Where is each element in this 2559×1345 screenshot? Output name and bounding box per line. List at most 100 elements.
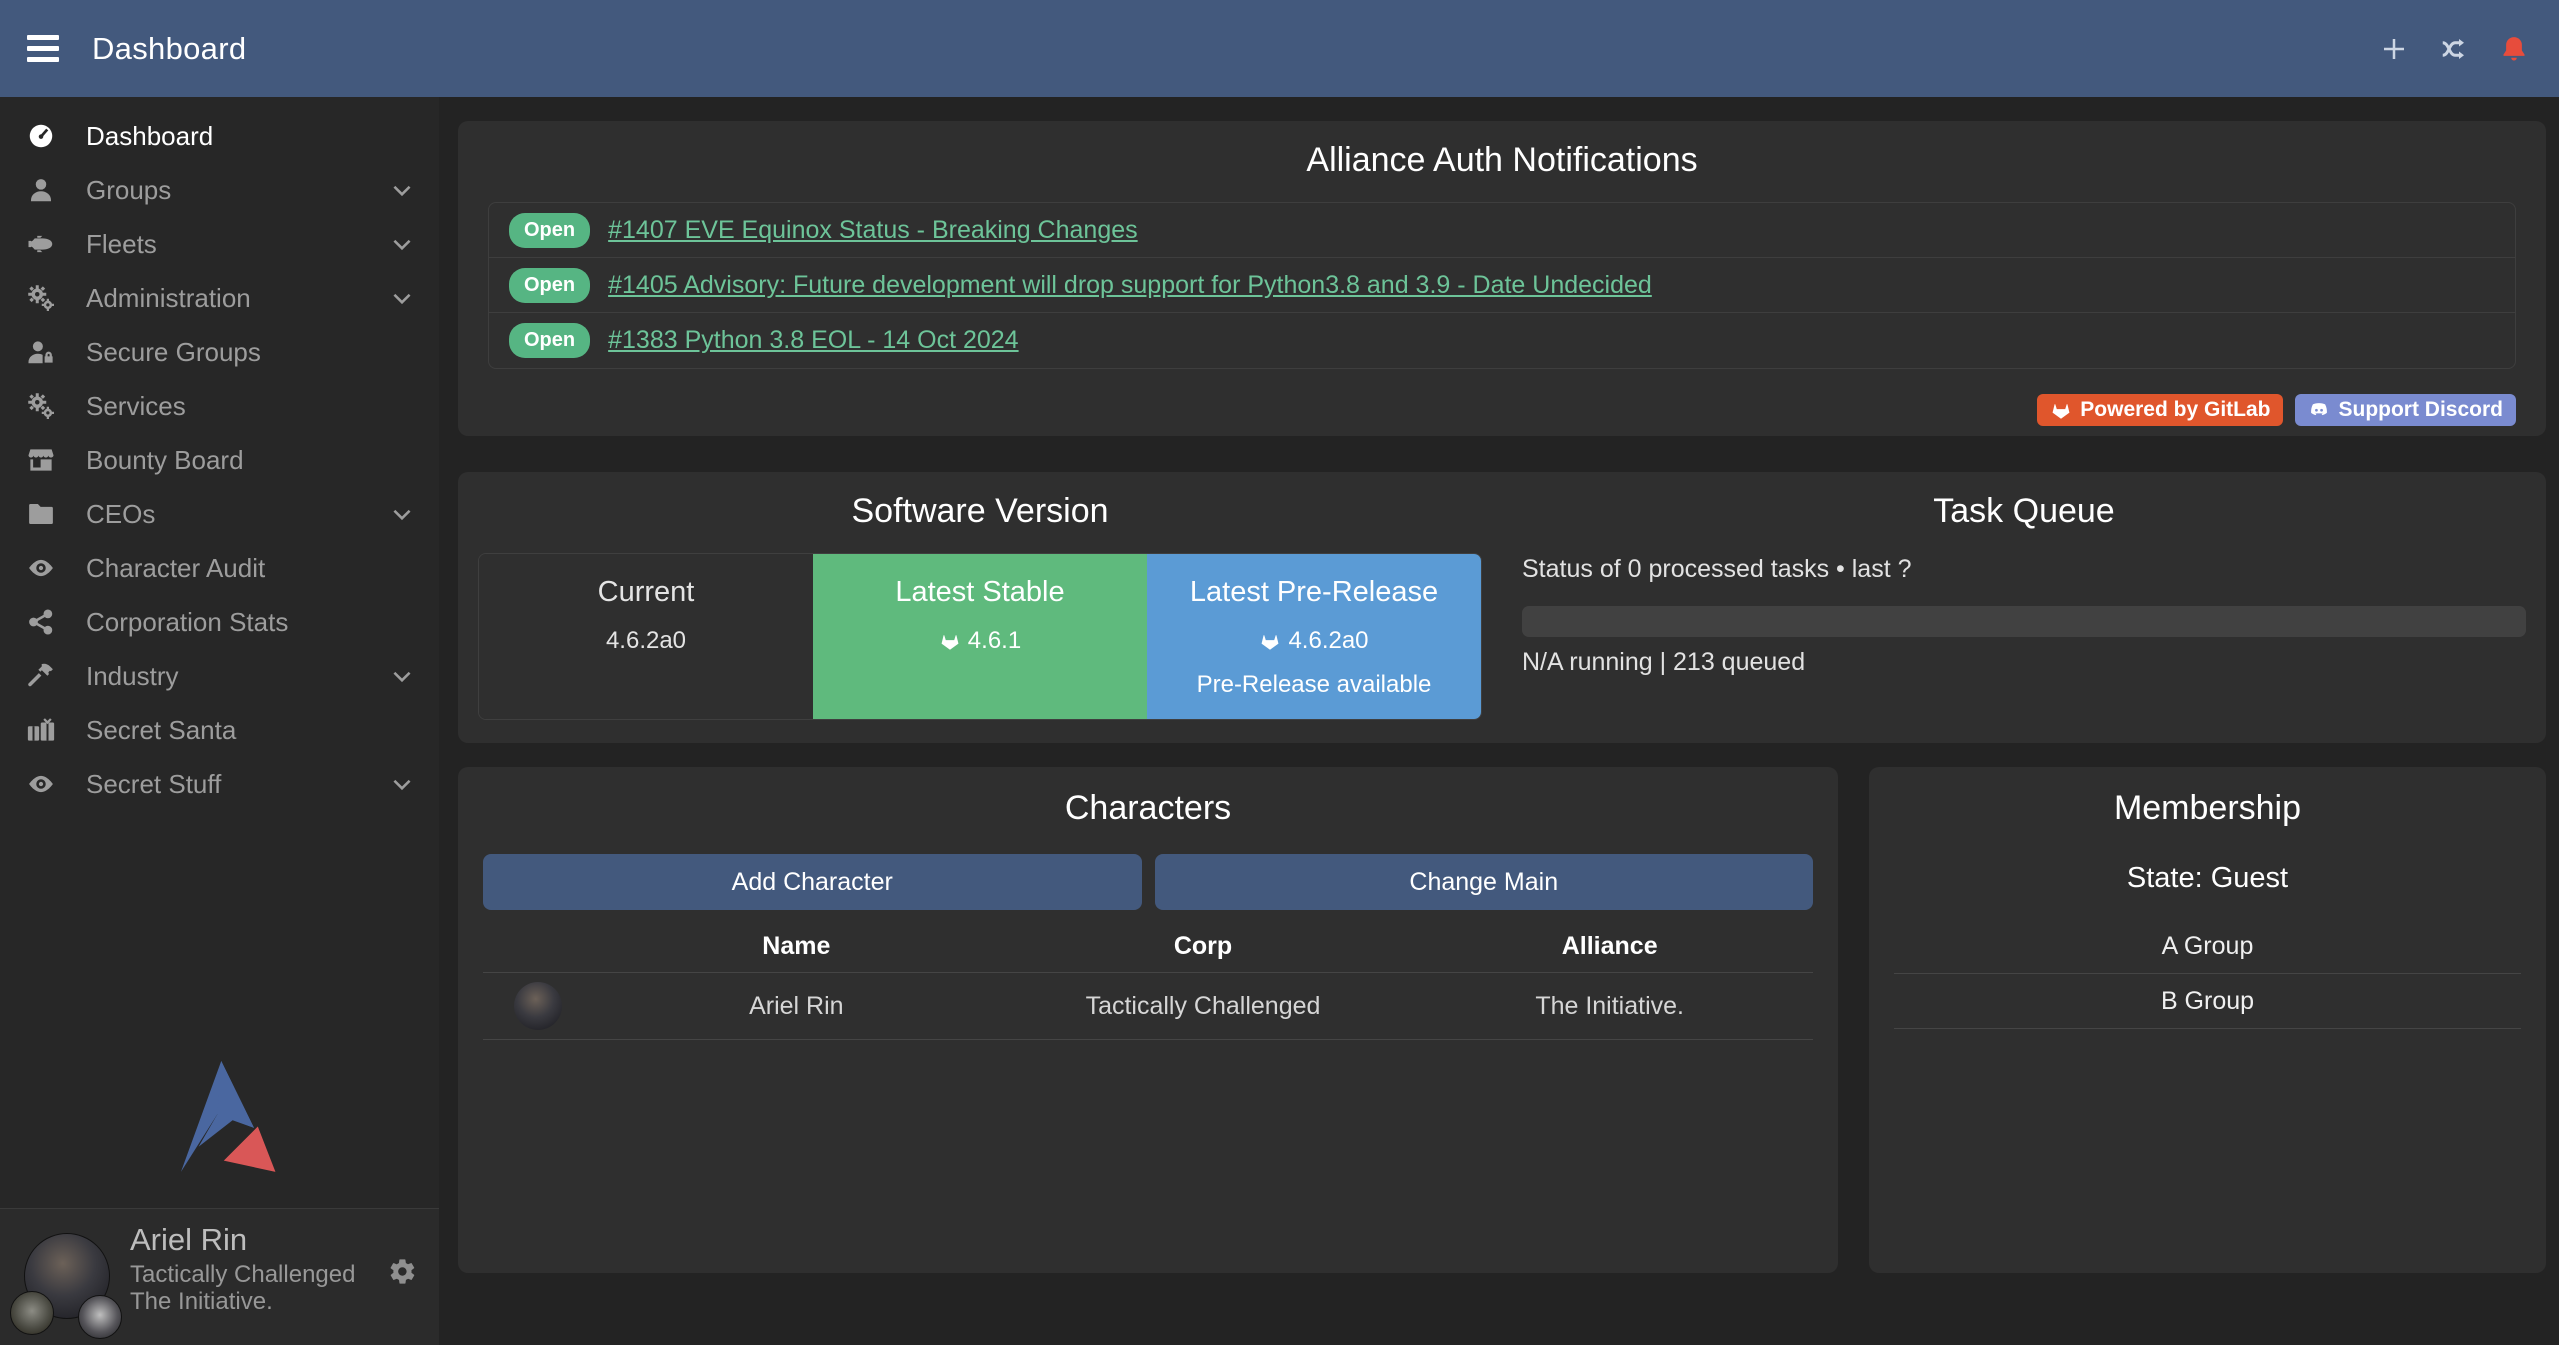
user-avatar[interactable]: [22, 1233, 122, 1335]
notification-item: Open #1405 Advisory: Future development …: [489, 258, 2515, 313]
chevron-down-icon: [389, 231, 415, 257]
version-current: Current 4.6.2a0: [479, 554, 813, 719]
chevron-down-icon: [389, 285, 415, 311]
notification-item: Open #1383 Python 3.8 EOL - 14 Oct 2024: [489, 313, 2515, 368]
status-badge: Open: [509, 323, 590, 358]
chevron-down-icon: [389, 771, 415, 797]
cell-alliance: The Initiative.: [1406, 992, 1813, 1021]
notifications-bell-icon[interactable]: [2497, 32, 2531, 66]
membership-panel: Membership State: Guest A Group B Group: [1869, 767, 2546, 1273]
task-queue-counts: N/A running | 213 queued: [1522, 648, 2526, 677]
membership-title: Membership: [1894, 789, 2521, 828]
eye-icon: [26, 769, 68, 799]
gauge-icon: [26, 121, 68, 151]
user-alliance: The Initiative.: [130, 1289, 355, 1316]
group-item: A Group: [1894, 919, 2521, 974]
store-icon: [26, 445, 68, 475]
sidebar: Dashboard Groups Fleets: [0, 97, 439, 1345]
folder-icon: [26, 499, 68, 529]
add-character-icon[interactable]: [2377, 32, 2411, 66]
task-queue-title: Task Queue: [1522, 492, 2526, 531]
software-version-section: Software Version Current 4.6.2a0 Latest …: [458, 492, 1502, 723]
notifications-title: Alliance Auth Notifications: [488, 141, 2516, 180]
col-header-corp: Corp: [1000, 932, 1407, 961]
status-badge: Open: [509, 268, 590, 303]
notifications-list: Open #1407 EVE Equinox Status - Breaking…: [488, 202, 2516, 369]
sidebar-item-administration[interactable]: Administration: [0, 271, 439, 325]
change-main-button[interactable]: Change Main: [1155, 854, 1814, 910]
main-content: Alliance Auth Notifications Open #1407 E…: [439, 97, 2559, 1345]
user-icon: [26, 175, 68, 205]
version-latest-stable: Latest Stable 4.6.1: [813, 554, 1147, 719]
gitlab-icon: [2050, 399, 2072, 421]
sidebar-item-secret-stuff[interactable]: Secret Stuff: [0, 757, 439, 811]
alliance-auth-logo: [0, 1053, 439, 1185]
change-main-shuffle-icon[interactable]: [2437, 32, 2471, 66]
shuttle-icon: [26, 229, 68, 259]
chevron-down-icon: [389, 177, 415, 203]
cogs-icon: [26, 283, 68, 313]
task-queue-progressbar: [1522, 606, 2526, 637]
membership-state: State: Guest: [1894, 862, 2521, 895]
sidebar-item-industry[interactable]: Industry: [0, 649, 439, 703]
user-lock-icon: [26, 337, 68, 367]
software-version-title: Software Version: [478, 492, 1482, 531]
discord-icon: [2308, 399, 2330, 421]
sidebar-menu: Dashboard Groups Fleets: [0, 97, 439, 811]
user-corp: Tactically Challenged: [130, 1262, 355, 1289]
status-badge: Open: [509, 213, 590, 248]
user-name: Ariel Rin: [130, 1223, 355, 1258]
chevron-down-icon: [389, 663, 415, 689]
version-box: Current 4.6.2a0 Latest Stable 4.6.1 Late…: [478, 553, 1482, 720]
cell-corp: Tactically Challenged: [1000, 992, 1407, 1021]
characters-table: Name Corp Alliance Ariel Rin Tactically …: [483, 920, 1813, 1040]
gitlab-icon: [1259, 630, 1281, 652]
support-discord-badge[interactable]: Support Discord: [2295, 394, 2516, 426]
corp-logo: [10, 1291, 54, 1335]
sidebar-item-secure-groups[interactable]: Secure Groups: [0, 325, 439, 379]
sidebar-item-bounty-board[interactable]: Bounty Board: [0, 433, 439, 487]
software-taskqueue-panel: Software Version Current 4.6.2a0 Latest …: [458, 472, 2546, 743]
share-icon: [26, 607, 68, 637]
add-character-button[interactable]: Add Character: [483, 854, 1142, 910]
sidebar-item-ceos[interactable]: CEOs: [0, 487, 439, 541]
sidebar-item-fleets[interactable]: Fleets: [0, 217, 439, 271]
user-panel: Ariel Rin Tactically Challenged The Init…: [0, 1208, 439, 1345]
sidebar-item-character-audit[interactable]: Character Audit: [0, 541, 439, 595]
task-queue-status: Status of 0 processed tasks • last ?: [1522, 555, 2526, 584]
sidebar-item-services[interactable]: Services: [0, 379, 439, 433]
characters-panel: Characters Add Character Change Main Nam…: [458, 767, 1838, 1273]
cogs-icon: [26, 391, 68, 421]
top-navbar: Dashboard: [0, 0, 2559, 97]
notification-link[interactable]: #1407 EVE Equinox Status - Breaking Chan…: [608, 216, 1138, 245]
gifts-icon: [26, 715, 68, 745]
characters-table-header: Name Corp Alliance: [483, 920, 1813, 972]
notification-link[interactable]: #1383 Python 3.8 EOL - 14 Oct 2024: [608, 326, 1018, 355]
gitlab-icon: [939, 630, 961, 652]
notification-link[interactable]: #1405 Advisory: Future development will …: [608, 271, 1652, 300]
alliance-logo: [78, 1295, 122, 1339]
notification-item: Open #1407 EVE Equinox Status - Breaking…: [489, 203, 2515, 258]
sidebar-item-groups[interactable]: Groups: [0, 163, 439, 217]
membership-groups: A Group B Group: [1894, 919, 2521, 1029]
sidebar-item-corporation-stats[interactable]: Corporation Stats: [0, 595, 439, 649]
eye-icon: [26, 553, 68, 583]
user-settings-gear-icon[interactable]: [387, 1257, 417, 1287]
sidebar-item-secret-santa[interactable]: Secret Santa: [0, 703, 439, 757]
sidebar-item-dashboard[interactable]: Dashboard: [0, 109, 439, 163]
character-avatar: [514, 982, 562, 1030]
table-row: Ariel Rin Tactically Challenged The Init…: [483, 972, 1813, 1040]
cell-name: Ariel Rin: [593, 992, 1000, 1021]
col-header-name: Name: [593, 932, 1000, 961]
hammer-icon: [26, 661, 68, 691]
menu-toggle-button[interactable]: [18, 19, 78, 79]
version-latest-prerelease: Latest Pre-Release 4.6.2a0 Pre-Release a…: [1147, 554, 1481, 719]
navbar-actions: [2377, 32, 2559, 66]
task-queue-section: Task Queue Status of 0 processed tasks •…: [1502, 492, 2546, 723]
notifications-panel: Alliance Auth Notifications Open #1407 E…: [458, 121, 2546, 436]
col-header-alliance: Alliance: [1406, 932, 1813, 961]
group-item: B Group: [1894, 974, 2521, 1029]
chevron-down-icon: [389, 501, 415, 527]
characters-title: Characters: [483, 789, 1813, 828]
powered-by-gitlab-badge[interactable]: Powered by GitLab: [2037, 394, 2283, 426]
